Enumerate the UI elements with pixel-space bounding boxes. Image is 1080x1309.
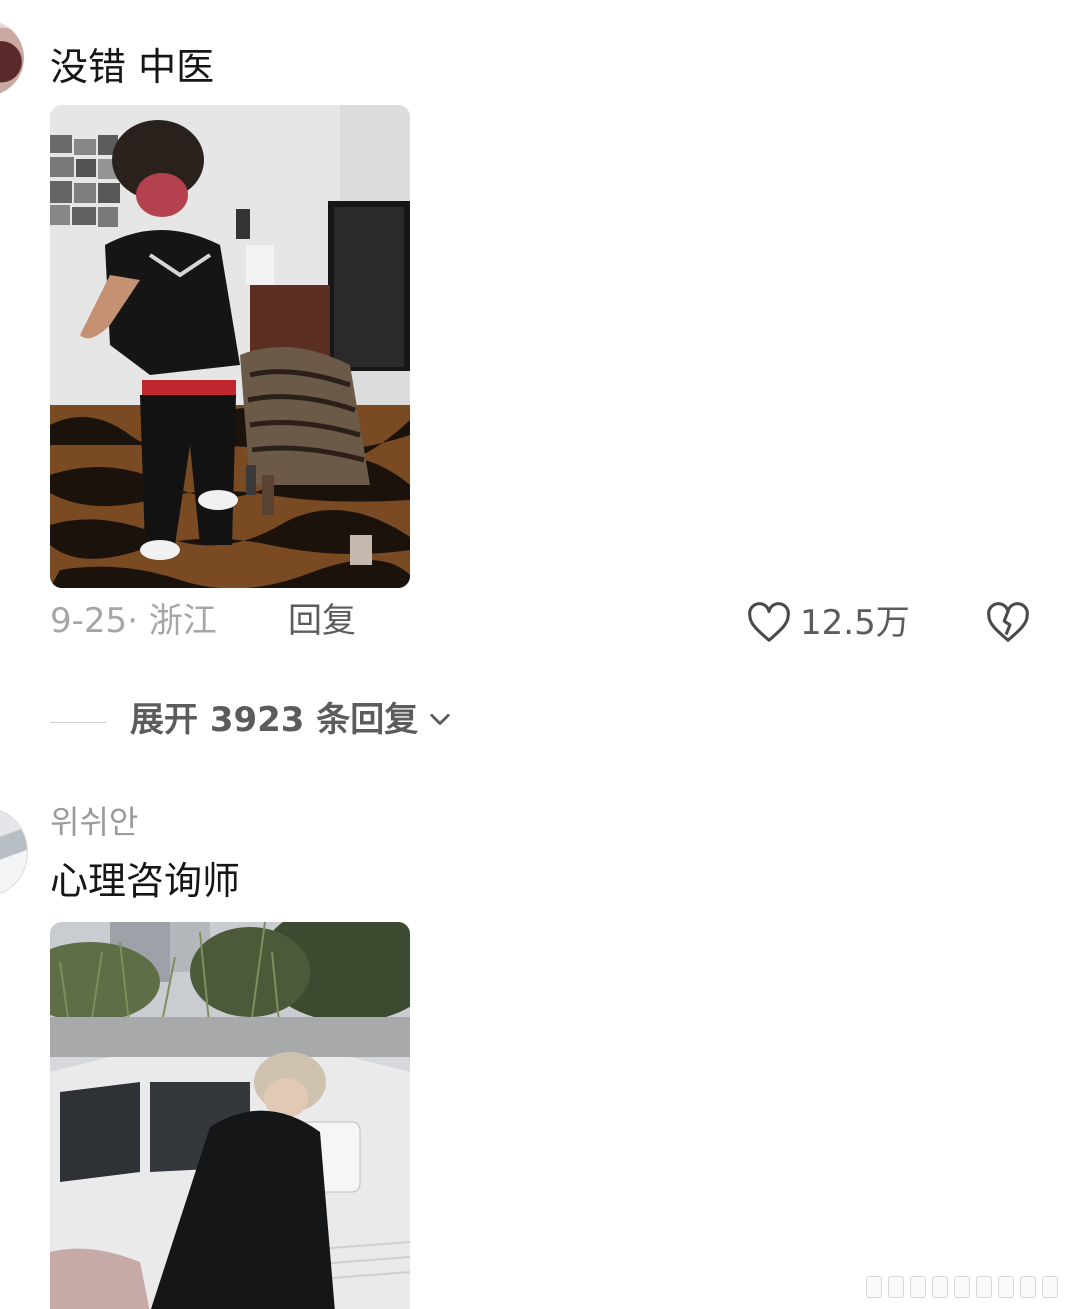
comment-photo[interactable] — [50, 105, 410, 588]
heart-outline-icon — [748, 602, 790, 642]
reply-button[interactable]: 回复 — [288, 604, 356, 638]
scroll-segment — [1020, 1276, 1036, 1298]
scroll-segment — [866, 1276, 882, 1298]
like-button[interactable]: 12.5万 — [746, 600, 910, 646]
like-count: 12.5万 — [800, 603, 910, 643]
username[interactable]: 위쉬안 — [50, 806, 138, 838]
dislike-button[interactable] — [984, 600, 1032, 650]
broken-heart-icon — [987, 602, 1029, 642]
scroll-segment — [932, 1276, 948, 1298]
scroll-segment — [910, 1276, 926, 1298]
comment-feed: 没错 中医 9-25· 浙江 回复 12.5万 展开 3923 条回复 위쉬안 … — [0, 0, 1080, 1309]
expand-divider — [50, 722, 106, 723]
expand-replies-label: 展开 3923 条回复 — [130, 700, 419, 740]
scroll-segment — [998, 1276, 1014, 1298]
scroll-segment — [976, 1276, 992, 1298]
comment-text: 心理咨询师 — [50, 859, 241, 903]
avatar[interactable] — [0, 20, 24, 96]
scroll-segment — [1042, 1276, 1058, 1298]
scrollbar[interactable] — [866, 1276, 1066, 1298]
avatar[interactable] — [0, 808, 28, 896]
scroll-segment — [954, 1276, 970, 1298]
expand-replies-button[interactable]: 展开 3923 条回复 — [130, 703, 454, 737]
comment-text: 没错 中医 — [50, 45, 215, 89]
photo-illustration — [50, 922, 410, 1309]
comment-meta: 9-25· 浙江 — [50, 601, 217, 641]
chevron-down-icon — [430, 713, 450, 725]
photo-illustration — [50, 105, 410, 588]
scroll-segment — [888, 1276, 904, 1298]
comment-photo[interactable] — [50, 922, 410, 1309]
